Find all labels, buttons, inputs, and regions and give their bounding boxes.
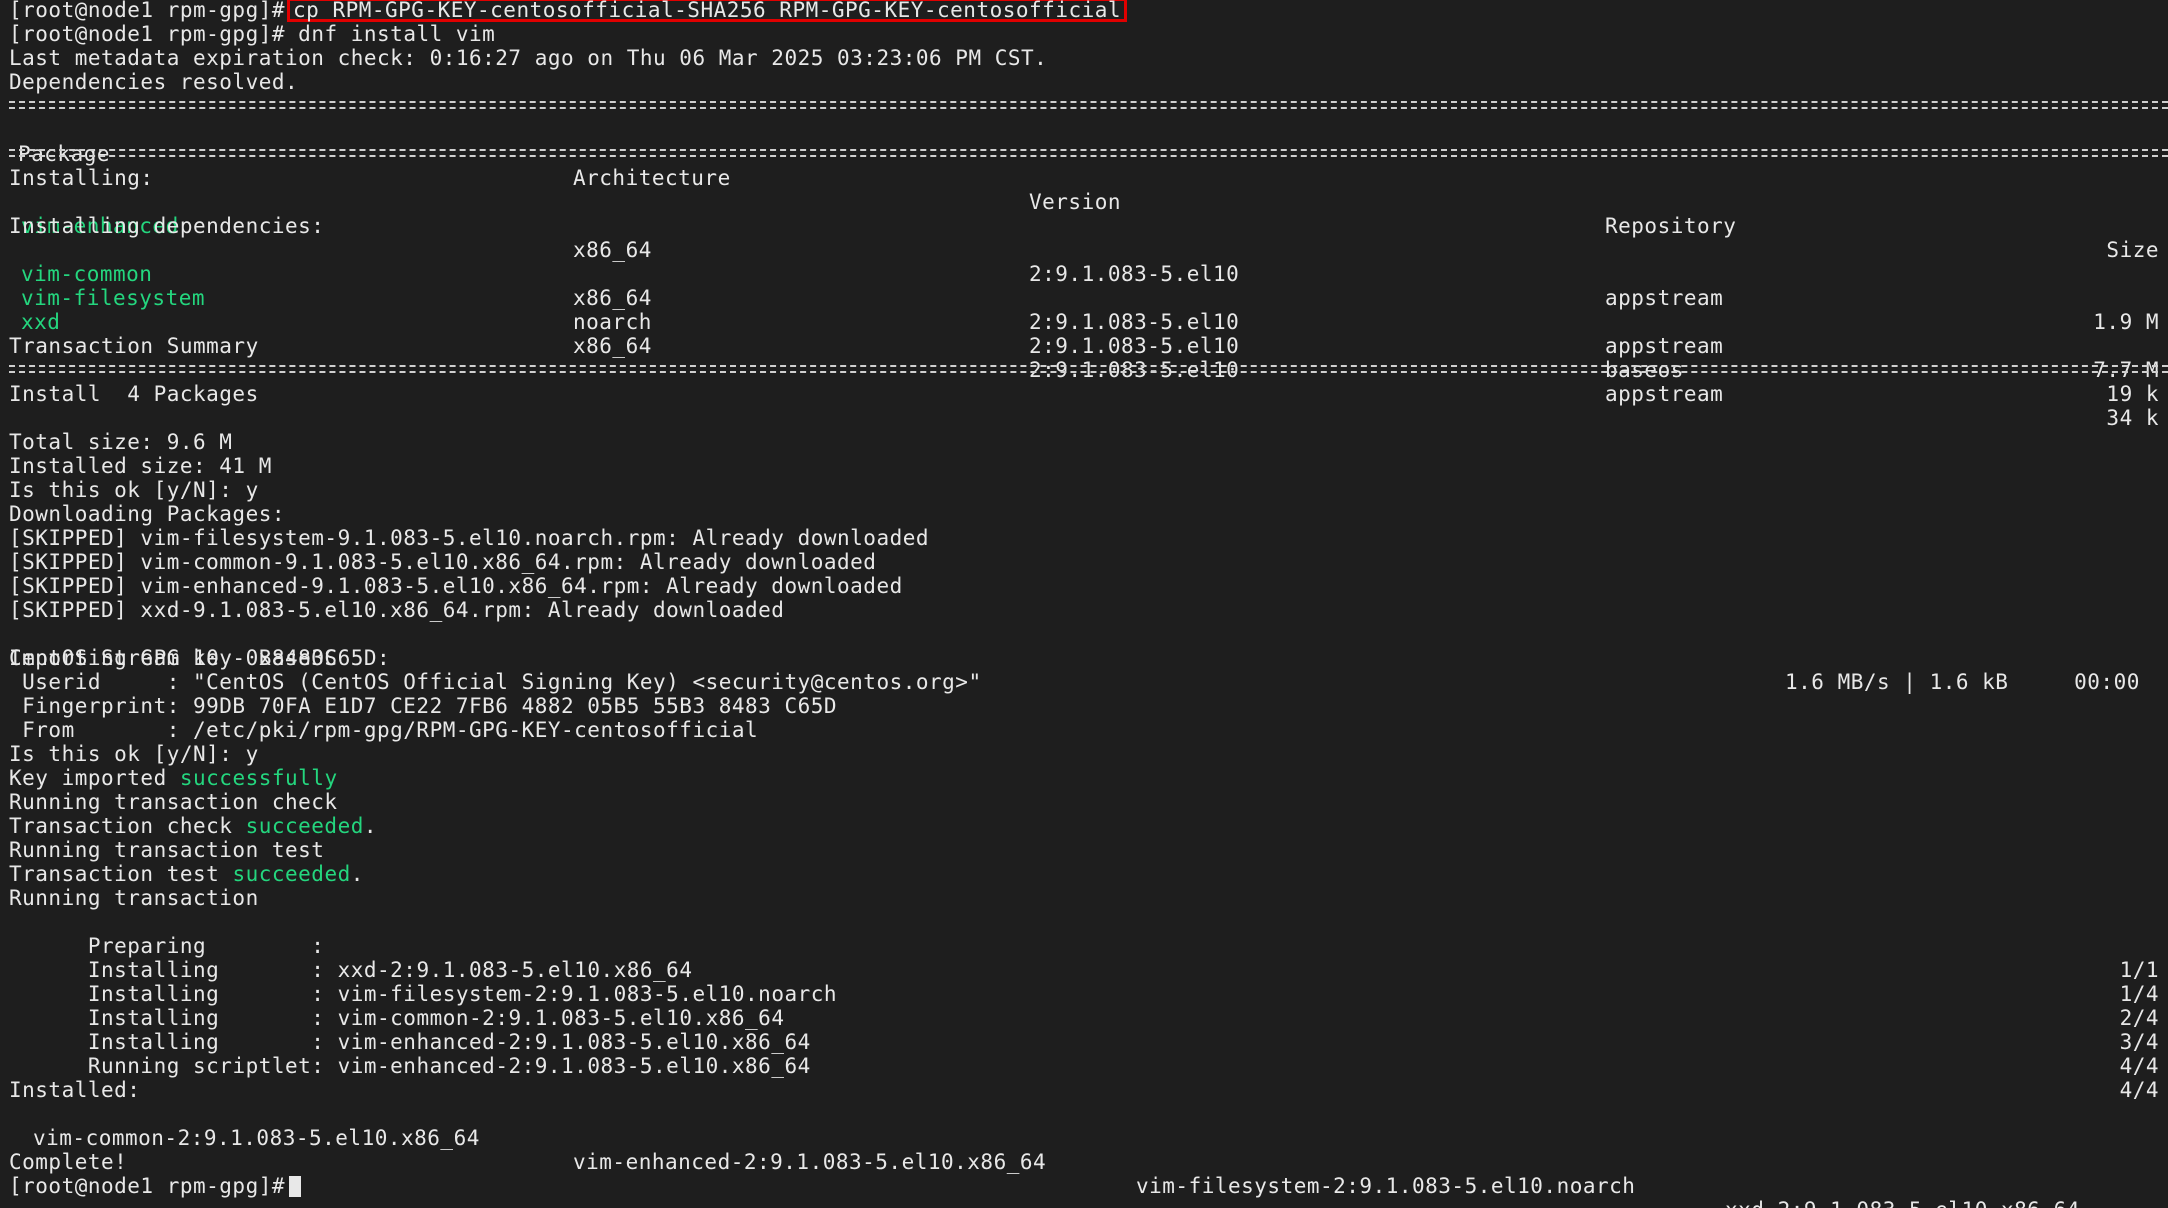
installed-package: vim-common-2:9.1.083-5.el10.x86_64: [33, 1126, 480, 1150]
command-line-1: [root@node1 rpm-gpg]# cp RPM-GPG-KEY-cent…: [9, 0, 1128, 22]
final-prompt-line[interactable]: [root@node1 rpm-gpg]#: [9, 1174, 302, 1198]
running-test-line: Running transaction test: [9, 838, 325, 862]
skipped-line: [SKIPPED] xxd-9.1.083-5.el10.x86_64.rpm:…: [9, 598, 785, 622]
dnf-command: dnf install vim: [298, 22, 496, 46]
terminal-window[interactable]: [root@node1 rpm-gpg]# cp RPM-GPG-KEY-cent…: [0, 0, 2168, 1208]
transaction-step: Installing : vim-common-2:9.1.083-5.el10…: [61, 1006, 2159, 1054]
installing-label: Installing:: [9, 166, 154, 190]
table-row: vim-filesystem noarch 2:9.1.083-5.el10 b…: [9, 262, 2159, 406]
package-version: 2:9.1.083-5.el10: [1029, 334, 1240, 358]
status-success: succeeded: [232, 862, 351, 886]
shell-prompt: [root@node1 rpm-gpg]#: [9, 0, 286, 22]
key-imported-line: Key imported successfully: [9, 766, 338, 790]
running-check-line: Running transaction check: [9, 790, 338, 814]
installed-package: vim-filesystem-2:9.1.083-5.el10.noarch: [1136, 1174, 1636, 1198]
package-arch: x86_64: [573, 334, 652, 358]
separator-rule: [9, 365, 2168, 373]
total-size: Total size: 9.6 M: [9, 430, 233, 454]
gpg-fingerprint: Fingerprint: 99DB 70FA E1D7 CE22 7FB6 48…: [9, 694, 838, 718]
transaction-step: Installing : vim-enhanced-2:9.1.083-5.el…: [61, 1030, 2159, 1078]
downloading-label: Downloading Packages:: [9, 502, 286, 526]
step-count: 4/4: [2119, 1054, 2159, 1078]
deps-resolved-line: Dependencies resolved.: [9, 70, 299, 94]
transaction-step: Installing : vim-filesystem-2:9.1.083-5.…: [61, 982, 2159, 1030]
test-result-line: Transaction test succeeded.: [9, 862, 364, 886]
table-row: xxd x86_64 2:9.1.083-5.el10 appstream 34…: [9, 286, 2159, 430]
installed-label: Installed:: [9, 1078, 141, 1102]
package-size: 34 k: [2106, 406, 2159, 430]
gpg-userid: Userid : "CentOS (CentOS Official Signin…: [9, 670, 982, 694]
confirm-prompt: Is this ok [y/N]: y: [9, 478, 259, 502]
installed-package: vim-enhanced-2:9.1.083-5.el10.x86_64: [573, 1150, 1047, 1174]
download-speed: 1.6 MB/s | 1.6 kB 00:00: [1785, 670, 2140, 694]
package-repo: appstream: [1605, 334, 1724, 358]
metadata-line: Last metadata expiration check: 0:16:27 …: [9, 46, 1048, 70]
shell-prompt: [root@node1 rpm-gpg]#: [9, 1174, 286, 1198]
skipped-line: [SKIPPED] vim-filesystem-9.1.083-5.el10.…: [9, 526, 930, 550]
installed-size: Installed size: 41 M: [9, 454, 272, 478]
step-count: 4/4: [2119, 1078, 2159, 1102]
installed-list: vim-common-2:9.1.083-5.el10.x86_64 vim-e…: [9, 1102, 2159, 1208]
installing-deps-label: Installing dependencies:: [9, 214, 325, 238]
separator-rule: [9, 101, 2168, 109]
command-line-2: [root@node1 rpm-gpg]# dnf install vim: [9, 22, 495, 46]
gpg-from: From : /etc/pki/rpm-gpg/RPM-GPG-KEY-cent…: [9, 718, 759, 742]
running-transaction-line: Running transaction: [9, 886, 259, 910]
header-architecture: Architecture: [573, 166, 731, 190]
baseos-progress-line: CentOS Stream 10 - BaseOS 1.6 MB/s | 1.6…: [9, 622, 2159, 694]
package-version: 2:9.1.083-5.el10: [1029, 310, 1240, 334]
package-repo: appstream: [1605, 382, 1724, 406]
status-success: succeeded: [245, 814, 364, 838]
table-header: Package Architecture Version Repository …: [9, 118, 2159, 262]
installed-package: xxd-2:9.1.083-5.el10.x86_64: [1725, 1198, 2080, 1208]
package-arch: noarch: [573, 310, 652, 334]
complete-line: Complete!: [9, 1150, 128, 1174]
package-name: xxd: [21, 310, 61, 334]
transaction-step: Installing : xxd-2:9.1.083-5.el10.x86_64…: [61, 958, 2159, 1006]
shell-prompt: [root@node1 rpm-gpg]#: [9, 22, 286, 46]
skipped-line: [SKIPPED] vim-common-9.1.083-5.el10.x86_…: [9, 550, 877, 574]
confirm-prompt: Is this ok [y/N]: y: [9, 742, 259, 766]
package-size: 19 k: [2106, 382, 2159, 406]
gpg-importing: Importing GPG key 0x8483C65D:: [9, 646, 391, 670]
status-success: successfully: [179, 766, 338, 790]
transaction-step: Preparing : 1/1: [61, 934, 2159, 982]
transaction-step: Running scriptlet: vim-enhanced-2:9.1.08…: [61, 1054, 2159, 1102]
skipped-line: [SKIPPED] vim-enhanced-9.1.083-5.el10.x8…: [9, 574, 903, 598]
check-result-line: Transaction check succeeded.: [9, 814, 378, 838]
transaction-summary-heading: Transaction Summary: [9, 334, 259, 358]
package-size: 1.9 M: [2093, 310, 2159, 334]
text-cursor[interactable]: [289, 1176, 302, 1197]
table-row: vim-enhanced x86_64 2:9.1.083-5.el10 app…: [9, 190, 2159, 334]
install-count: Install 4 Packages: [9, 382, 259, 406]
header-repository: Repository: [1605, 214, 1737, 238]
table-row: vim-common x86_64 2:9.1.083-5.el10 appst…: [9, 238, 2159, 382]
highlighted-command: cp RPM-GPG-KEY-centosofficial-SHA256 RPM…: [287, 0, 1128, 22]
separator-rule: [9, 149, 2168, 157]
